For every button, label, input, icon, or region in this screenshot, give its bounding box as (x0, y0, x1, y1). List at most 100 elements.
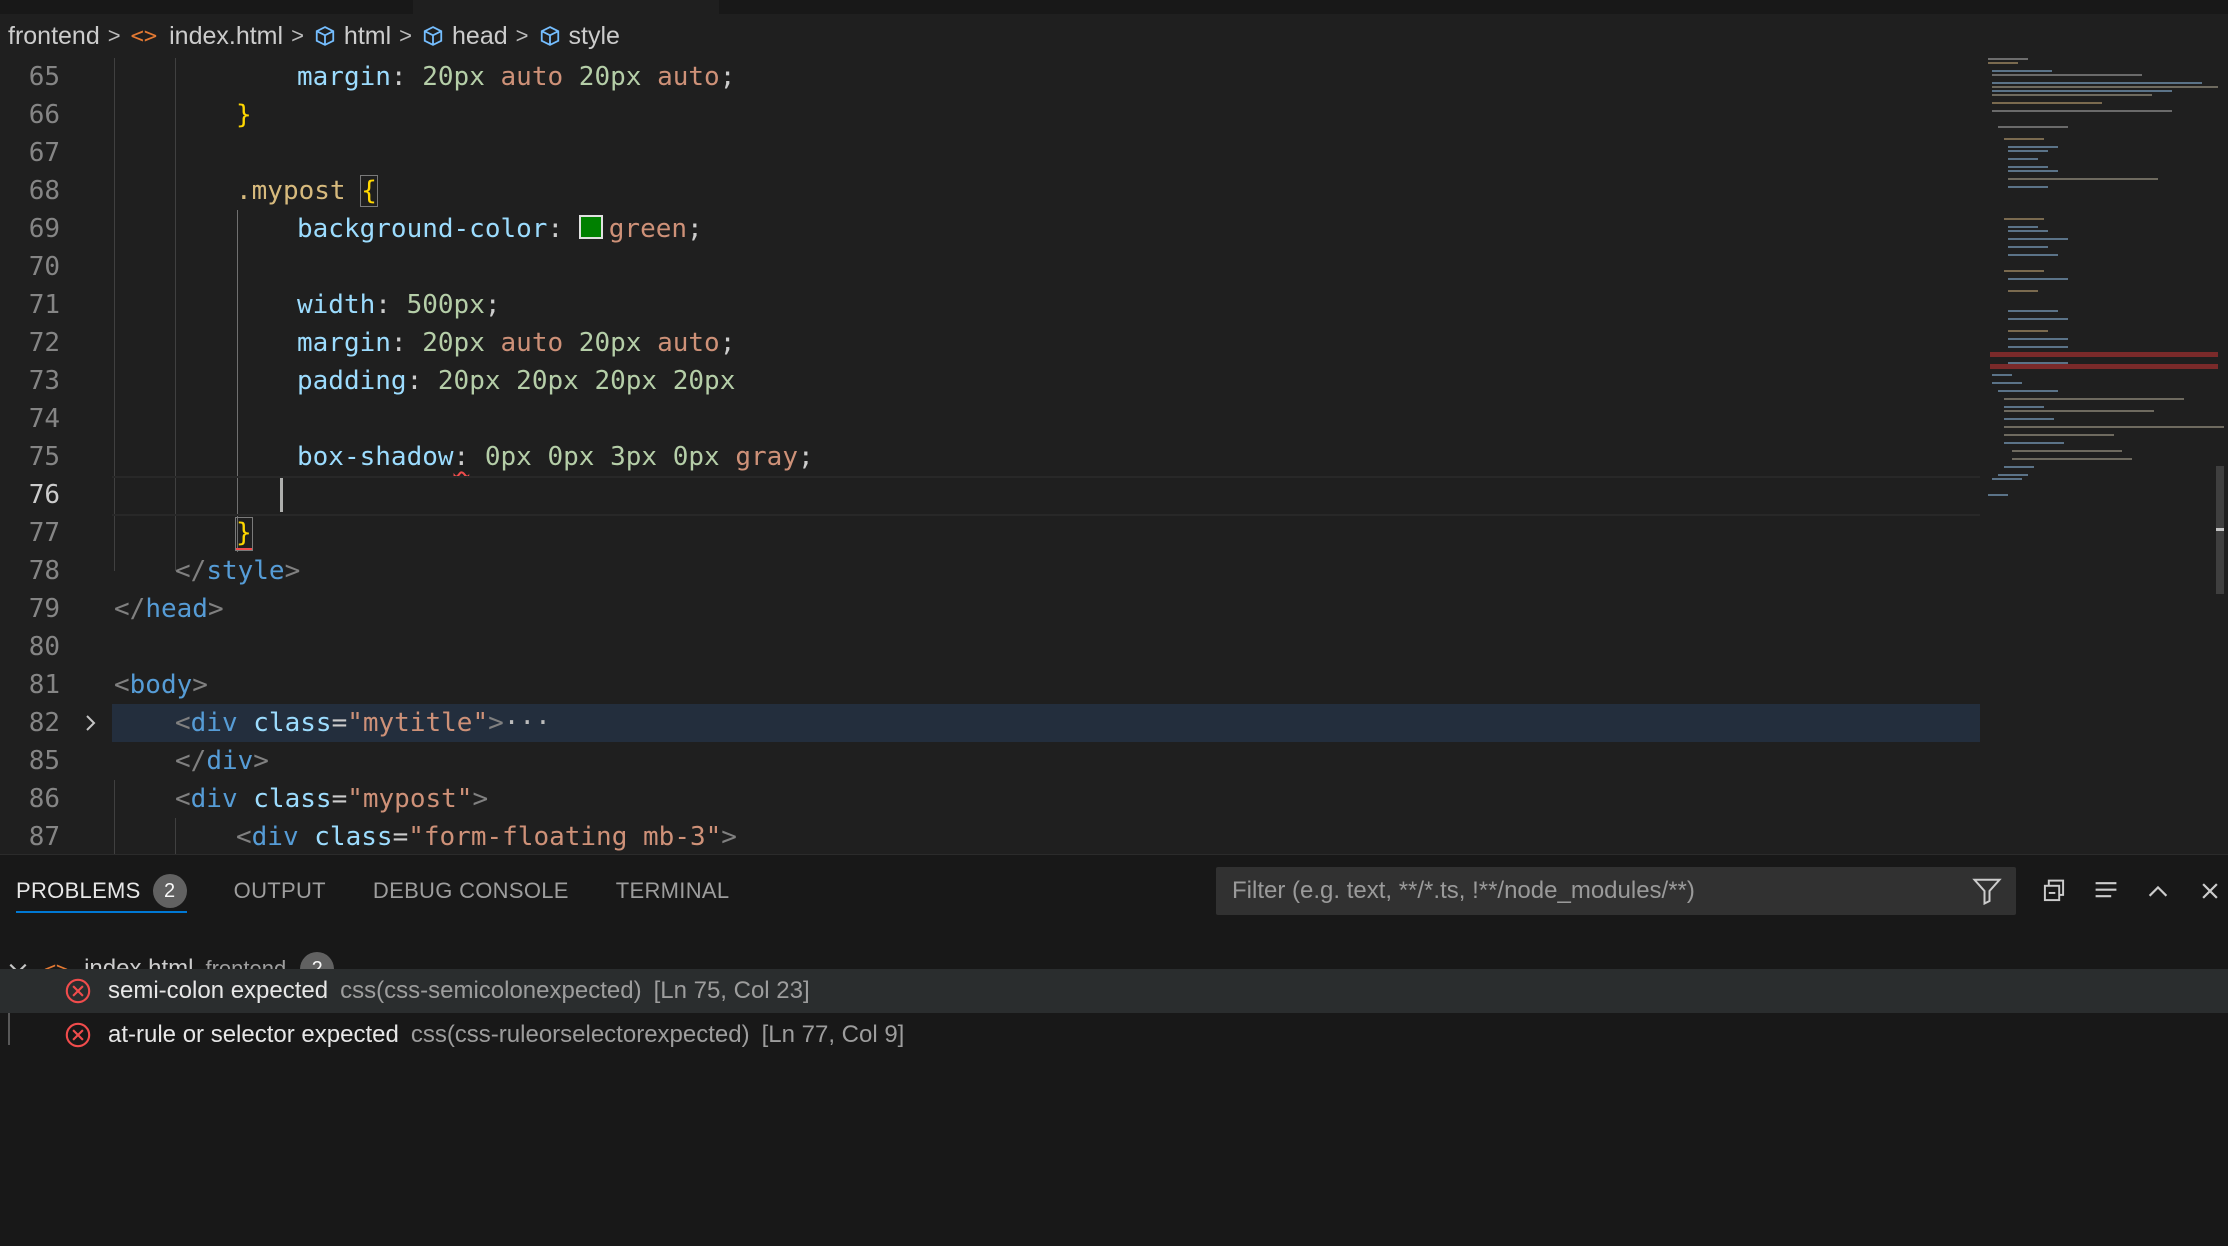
error-icon (64, 977, 92, 1005)
code-line: 87 <div class="form-floating mb-3"> (0, 818, 1980, 854)
tab-output[interactable]: OUTPUT (234, 855, 326, 927)
problem-item[interactable]: at-rule or selector expected css(css-rul… (0, 1013, 2228, 1057)
symbol-module-icon (540, 26, 559, 46)
chevron-right-icon: > (107, 23, 121, 48)
breadcrumb-item-file[interactable]: <> index.html > (131, 22, 314, 51)
tab-strip (0, 0, 2228, 14)
breadcrumb-file-label: index.html (169, 21, 284, 50)
error-icon (64, 1021, 92, 1049)
code-text: width: 500px; (297, 290, 501, 320)
code-text: <div class="mypost"> (175, 784, 489, 814)
code-text: <div class="form-floating mb-3"> (236, 822, 737, 852)
code-line: 86 <div class="mypost"> (0, 780, 1980, 818)
tab-output-label: OUTPUT (233, 878, 326, 903)
filter-icon[interactable] (1972, 877, 2002, 910)
code-line: 70 (0, 248, 1980, 286)
tab-terminal-label: TERMINAL (615, 878, 730, 903)
code-line: 72 margin: 20px auto 20px auto; (0, 324, 1980, 362)
collapse-all-icon[interactable] (2028, 871, 2080, 911)
chevron-right-icon: > (291, 23, 304, 48)
breadcrumb-style-label: style (568, 21, 620, 50)
code-line: 85 </div> (0, 742, 1980, 780)
minimap-error-marker (1990, 352, 2218, 357)
code-line: 66 } (0, 96, 1980, 134)
fold-expand-icon[interactable] (80, 704, 102, 742)
code-line: 81 <body> (0, 666, 1980, 704)
bottom-panel: PROBLEMS 2 OUTPUT DEBUG CONSOLE TERMINAL (0, 854, 2228, 1246)
line-number: 65 (28, 62, 60, 92)
line-number: 69 (28, 214, 60, 244)
symbol-module-icon (315, 26, 335, 46)
code-text: <div class="mytitle">··· (175, 708, 551, 738)
line-number: 71 (28, 290, 60, 320)
close-panel-icon[interactable] (2184, 871, 2228, 911)
filter-input[interactable] (1230, 876, 1954, 906)
problem-source: css(css-semicolonexpected) (340, 977, 642, 1004)
breadcrumb-item-head[interactable]: head > (422, 22, 538, 51)
minimap[interactable] (1984, 58, 2224, 854)
line-number: 67 (28, 138, 60, 168)
html-file-icon: <> (130, 23, 158, 49)
breadcrumb-head-label: head (452, 21, 508, 50)
code-editor[interactable]: 65 margin: 20px auto 20px auto; 66 } 67 … (0, 58, 2228, 854)
line-number: 74 (28, 404, 60, 434)
tab-problems[interactable]: PROBLEMS 2 (16, 855, 187, 927)
tab-debug-console[interactable]: DEBUG CONSOLE (373, 855, 569, 927)
line-number: 76 (28, 480, 60, 510)
problem-location: [Ln 77, Col 9] (761, 1021, 905, 1048)
maximize-panel-icon[interactable] (2132, 871, 2184, 911)
line-number: 66 (28, 100, 60, 130)
code-text: </head> (114, 594, 224, 624)
code-line: 77 } (0, 514, 1980, 552)
code-line: 73 padding: 20px 20px 20px 20px (0, 362, 1980, 400)
breadcrumb-item-folder[interactable]: frontend > (8, 22, 131, 51)
code-text: background-color: green; (297, 214, 703, 244)
tab-terminal[interactable]: TERMINAL (616, 855, 730, 927)
code-line-folded: 82 <div class="mytitle">··· (0, 704, 1980, 742)
line-number: 81 (28, 670, 60, 700)
line-number: 72 (28, 328, 60, 358)
line-number: 86 (28, 784, 60, 814)
code-text: box-shadow: 0px 0px 3px 0px gray; (297, 442, 814, 472)
tab-problems-label: PROBLEMS (16, 878, 141, 903)
problem-item[interactable]: semi-colon expected css(css-semicolonexp… (0, 969, 2228, 1013)
line-number: 70 (28, 252, 60, 282)
code-line: 75 box-shadow: 0px 0px 3px 0px gray; (0, 438, 1980, 476)
code-text: } (235, 517, 253, 551)
problems-filter (1216, 867, 2016, 915)
problem-message: at-rule or selector expected (108, 1021, 399, 1048)
color-swatch[interactable] (578, 214, 603, 239)
breadcrumb-item-html[interactable]: html > (314, 22, 422, 51)
problem-location: [Ln 75, Col 23] (653, 977, 810, 1004)
code-line: 79 </head> (0, 590, 1980, 628)
code-text: </div> (175, 746, 269, 776)
code-line-current: 76 (0, 476, 1980, 516)
code-line: 78 </style> (0, 552, 1980, 590)
problems-count-badge: 2 (152, 874, 187, 908)
code-text: margin: 20px auto 20px auto; (297, 62, 736, 92)
breadcrumb-item-style[interactable]: style (539, 22, 620, 51)
breadcrumb: frontend > <> index.html > html > head >… (0, 14, 2228, 58)
breadcrumb-html-label: html (343, 21, 392, 50)
code-line: 67 (0, 134, 1980, 172)
chevron-right-icon: > (399, 23, 413, 48)
line-number: 75 (28, 442, 60, 472)
text-cursor (280, 478, 283, 512)
code-line: 65 margin: 20px auto 20px auto; (0, 58, 1980, 96)
tab-debug-console-label: DEBUG CONSOLE (372, 878, 569, 903)
breadcrumb-folder-label: frontend (8, 21, 100, 50)
code-line: 69 background-color: green; (0, 210, 1980, 248)
active-editor-tab[interactable] (413, 0, 719, 14)
line-number: 87 (28, 822, 60, 852)
problem-source: css(css-ruleorselectorexpected) (410, 1021, 750, 1048)
problem-message: semi-colon expected (108, 977, 329, 1004)
code-line: 71 width: 500px; (0, 286, 1980, 324)
error-squiggle: : (453, 442, 470, 472)
line-number: 80 (28, 632, 60, 662)
panel-tabs: PROBLEMS 2 OUTPUT DEBUG CONSOLE TERMINAL (0, 855, 760, 927)
chevron-right-icon: > (515, 23, 529, 48)
code-text: padding: 20px 20px 20px 20px (297, 366, 736, 396)
code-text: } (236, 100, 252, 130)
code-line: 74 (0, 400, 1980, 438)
view-as-list-icon[interactable] (2080, 871, 2132, 911)
